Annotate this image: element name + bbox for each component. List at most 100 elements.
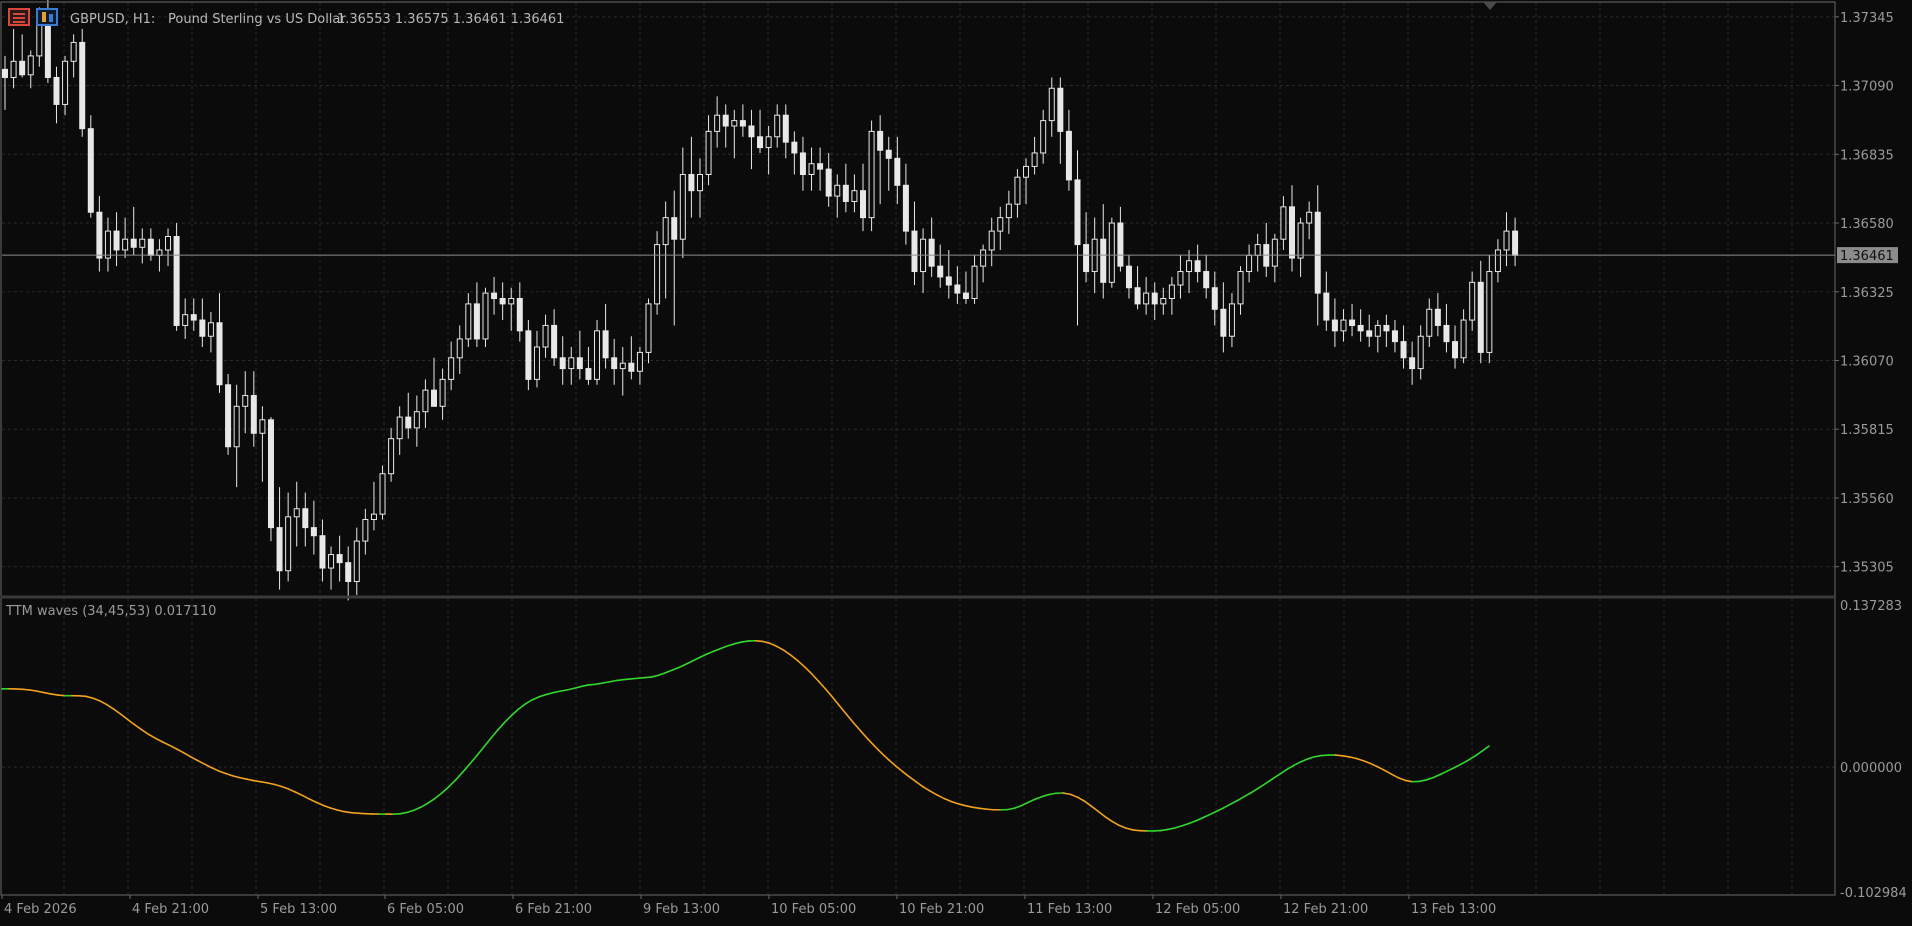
candle-body [1367,331,1372,336]
price-tick-label: 1.35305 [1840,561,1894,576]
candle-body [1255,245,1260,256]
candlestick-icon[interactable] [36,8,58,26]
candle[interactable] [174,223,179,331]
candle-body [208,323,213,336]
candle[interactable] [1109,218,1114,288]
time-tick-label: 12 Feb 05:00 [1155,902,1240,917]
candle-body [63,61,68,104]
candle-body [474,304,479,339]
wave-segment [756,641,763,642]
wave-segment [1335,755,1342,756]
trading-chart-window[interactable]: GBPUSD, H1: Pound Sterling vs US Dollar … [0,0,1912,922]
wave-segment [344,812,351,813]
candle-body [346,563,351,582]
candle[interactable] [80,29,85,137]
candle-body [912,231,917,271]
candle-body [543,325,548,347]
candle-body [1332,320,1337,331]
price-tick-label: 1.36070 [1840,354,1894,369]
chart-canvas[interactable]: GBPUSD, H1: Pound Sterling vs US Dollar … [0,0,1912,922]
candle-body [895,158,900,185]
candle-body [226,385,231,447]
candle-body [1247,255,1252,271]
wave-segment [1161,829,1168,830]
price-tick-label: 1.36325 [1840,286,1894,301]
candle-body [534,347,539,379]
candle-body [1041,121,1046,153]
candle-body [1281,207,1286,239]
price-tick-label: 1.37090 [1840,80,1894,95]
candle-body [1461,320,1466,358]
candle-body [294,509,299,517]
candle-body [577,358,582,369]
candle-body [414,412,419,428]
candle-body [457,339,462,358]
candle-body [191,315,196,320]
candle-body [449,358,454,380]
candle-body [1221,309,1226,336]
candle-body [843,185,848,201]
candle-body [1435,309,1440,325]
candle[interactable] [526,320,531,390]
candle-body [500,299,505,304]
candle-body [1384,325,1389,330]
candle[interactable] [88,115,93,217]
candle-body [1109,223,1114,282]
candle-body [97,212,102,258]
candle[interactable] [268,417,273,541]
candle-body [492,293,497,298]
price-tick-label: 1.36580 [1840,217,1894,232]
wave-segment [979,808,986,809]
wave-segment [623,679,630,680]
time-tick-label: 4 Feb 21:00 [132,902,209,917]
candle-body [509,299,514,304]
candle-body [114,231,119,250]
wave-segment [588,684,595,685]
candle-body [123,239,128,250]
candle-body [595,331,600,380]
candle-body [1066,131,1071,180]
candle-body [672,218,677,240]
candle-body [1195,261,1200,272]
list-icon[interactable] [8,8,30,26]
candle-body [732,121,737,126]
candle[interactable] [380,466,385,520]
candle-body [835,185,840,196]
candle-body [680,175,685,240]
candle-body [303,509,308,528]
price-tick-label: 1.36835 [1840,148,1894,163]
candle-body [758,137,763,148]
candle-body [1229,304,1234,336]
candle-body [243,396,248,407]
candle[interactable] [1487,255,1492,363]
candle-body [569,358,574,369]
candle-body [1204,272,1209,288]
candle[interactable] [226,374,231,455]
candle-body [157,250,162,255]
candle-body [54,77,59,104]
time-tick-label: 12 Feb 21:00 [1283,902,1368,917]
candle-body [1015,177,1020,204]
candle-body [397,417,402,439]
wave-segment [23,689,30,690]
candle-body [1118,223,1123,266]
candle-body [1024,166,1029,177]
candle-body [1495,250,1500,272]
candle-body [861,191,866,218]
candle-body [380,474,385,514]
symbol-label: GBPUSD, H1: [70,12,155,27]
candle-body [1478,282,1483,352]
wave-segment [644,677,651,678]
candle-body [723,115,728,126]
chart-toolbar [8,8,58,26]
candle-body [423,390,428,412]
candle-body [260,420,265,433]
candle-body [800,153,805,175]
time-tick-label: 6 Feb 05:00 [387,902,464,917]
candle[interactable] [869,121,874,232]
time-tick-label: 10 Feb 05:00 [771,902,856,917]
candle-body [998,218,1003,231]
time-tick-label: 5 Feb 13:00 [260,902,337,917]
candle-body [929,239,934,266]
candle[interactable] [483,288,488,347]
